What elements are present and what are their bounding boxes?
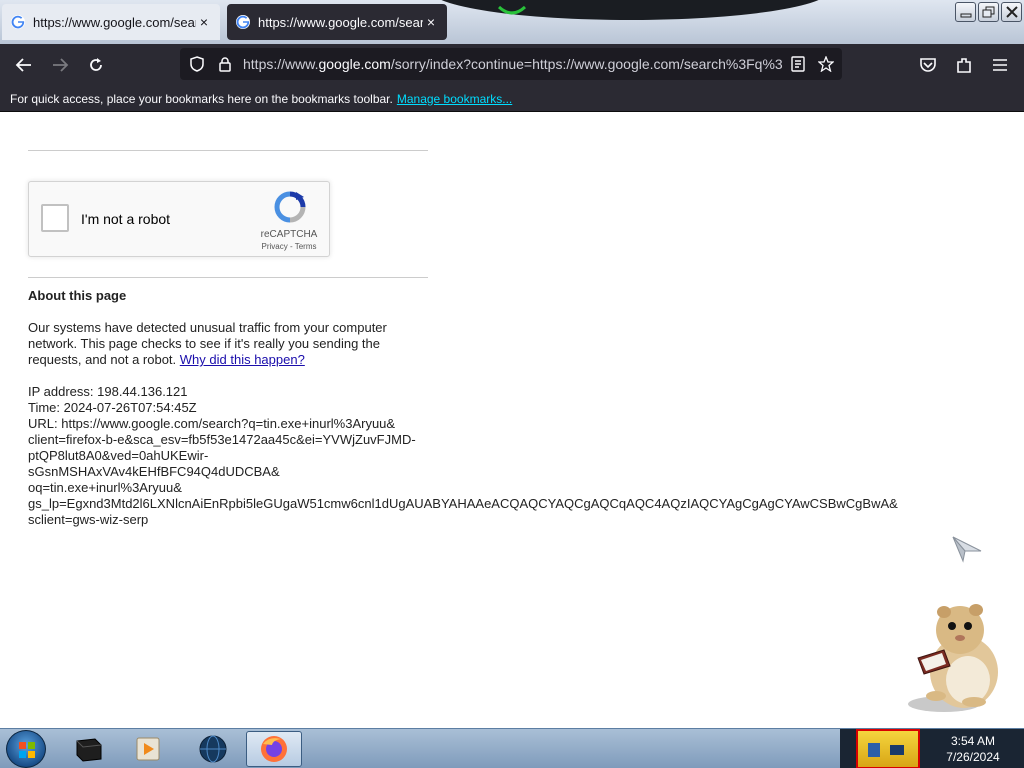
extensions-button[interactable] <box>952 53 976 77</box>
firefox-icon <box>261 736 287 762</box>
tab-google-search-1[interactable]: https://www.google.com/search?q= × <box>2 4 220 40</box>
hamburger-menu-icon <box>993 59 1007 71</box>
wallpaper-decoration <box>430 0 830 20</box>
reload-icon <box>90 58 102 71</box>
pocket-icon <box>920 58 936 72</box>
hamster-mascot-icon <box>908 604 998 712</box>
url-domain: google.com <box>318 56 391 72</box>
url-line: oq=tin.exe+inurl%3Aryuu& <box>28 480 182 495</box>
url-prefix: https://www. <box>243 56 319 72</box>
bookmarks-hint: For quick access, place your bookmarks h… <box>10 91 393 106</box>
tray-highlight <box>856 729 920 768</box>
bookmark-star-icon[interactable] <box>818 56 834 72</box>
taskbar: 3:54 AM 7/26/2024 <box>0 728 1024 768</box>
clock-date: 7/26/2024 <box>946 750 1000 764</box>
minimize-icon <box>960 13 972 18</box>
close-tab-icon[interactable]: × <box>423 14 439 30</box>
recaptcha-logo-icon <box>274 191 306 223</box>
reader-view-icon[interactable] <box>790 56 806 72</box>
divider <box>28 277 428 278</box>
terminal-icon <box>76 738 102 762</box>
url-text[interactable]: https://www.google.com/sorry/index?conti… <box>243 56 783 72</box>
lock-icon[interactable] <box>217 56 233 72</box>
restore-icon <box>982 6 995 18</box>
clock-time: 3:54 AM <box>950 734 996 748</box>
arrow-right-icon <box>53 58 69 72</box>
url-line: URL: https://www.google.com/search?q=tin… <box>28 416 396 431</box>
forward-button[interactable] <box>48 53 72 77</box>
close-window-button[interactable] <box>1001 2 1022 22</box>
tab-title: https://www.google.com/search?q= <box>33 14 196 30</box>
bookmarks-toolbar: For quick access, place your bookmarks h… <box>0 86 1024 112</box>
puzzle-icon <box>957 58 971 73</box>
url-line: client=firefox-b-e&sca_esv=fb5f53e1472aa… <box>28 432 416 447</box>
pocket-button[interactable] <box>916 53 940 77</box>
close-icon <box>1006 6 1018 18</box>
url-path: /sorry/index?continue=https://www.google… <box>390 56 783 72</box>
url-line: ptQP8lut8A0&ved=0ahUKEwir- <box>28 448 209 463</box>
paper-plane-cursor-icon <box>952 536 982 563</box>
window-controls <box>955 2 1022 22</box>
timestamp: Time: 2024-07-26T07:54:45Z <box>28 400 197 415</box>
minimize-button[interactable] <box>955 2 976 22</box>
recaptcha-checkbox[interactable] <box>41 204 69 232</box>
url-line: sGsnMSHAxVAv4kEHfBFC94Q4dUDCBA& <box>28 464 280 479</box>
ip-address: IP address: 198.44.136.121 <box>28 384 188 399</box>
why-did-this-happen-link[interactable]: Why did this happen? <box>180 352 305 367</box>
media-player-icon <box>136 737 160 761</box>
close-tab-icon[interactable]: × <box>196 14 212 30</box>
recaptcha-brand: reCAPTCHA <box>260 229 318 240</box>
arrow-left-icon <box>15 58 31 72</box>
taskbar-terminal[interactable] <box>61 731 117 767</box>
navigation-toolbar: https://www.google.com/sorry/index?conti… <box>0 44 1024 86</box>
restore-button[interactable] <box>978 2 999 22</box>
taskbar-browser-globe[interactable] <box>185 731 241 767</box>
url-line: gs_lp=Egxnd3Mtd2l6LXNlcnAiEnRpbi5leGUgaW… <box>28 496 898 511</box>
taskbar-firefox[interactable] <box>246 731 302 767</box>
windows-logo-icon <box>19 742 35 758</box>
request-details: IP address: 198.44.136.121 Time: 2024-07… <box>28 384 908 528</box>
globe-icon <box>199 735 227 763</box>
about-description: Our systems have detected unusual traffi… <box>28 320 398 368</box>
about-heading: About this page <box>28 288 127 303</box>
tray-icons[interactable] <box>858 731 918 767</box>
back-button[interactable] <box>12 53 36 77</box>
google-favicon-icon <box>236 15 250 29</box>
taskbar-clock[interactable]: 3:54 AM 7/26/2024 <box>925 733 1021 765</box>
tab-strip: https://www.google.com/search?q= × https… <box>0 0 1024 44</box>
menu-button[interactable] <box>988 53 1012 77</box>
reload-button[interactable] <box>84 53 108 77</box>
tab-title: https://www.google.com/search?q= <box>258 14 423 30</box>
manage-bookmarks-link[interactable]: Manage bookmarks... <box>397 92 512 106</box>
start-button[interactable] <box>6 730 46 768</box>
recaptcha-widget: I'm not a robot reCAPTCHA Privacy - Term… <box>28 181 330 257</box>
divider <box>28 150 428 151</box>
page-content: I'm not a robot reCAPTCHA Privacy - Term… <box>0 112 1024 728</box>
url-line: sclient=gws-wiz-serp <box>28 512 149 527</box>
google-favicon-icon <box>11 15 25 29</box>
glow-decoration <box>497 5 527 15</box>
recaptcha-label: I'm not a robot <box>81 211 171 227</box>
shield-icon[interactable] <box>189 56 205 72</box>
recaptcha-privacy-terms[interactable]: Privacy - Terms <box>254 242 324 251</box>
taskbar-media-player[interactable] <box>120 731 176 767</box>
tab-google-search-2[interactable]: https://www.google.com/search?q= × <box>227 4 447 40</box>
address-bar[interactable]: https://www.google.com/sorry/index?conti… <box>180 48 842 80</box>
